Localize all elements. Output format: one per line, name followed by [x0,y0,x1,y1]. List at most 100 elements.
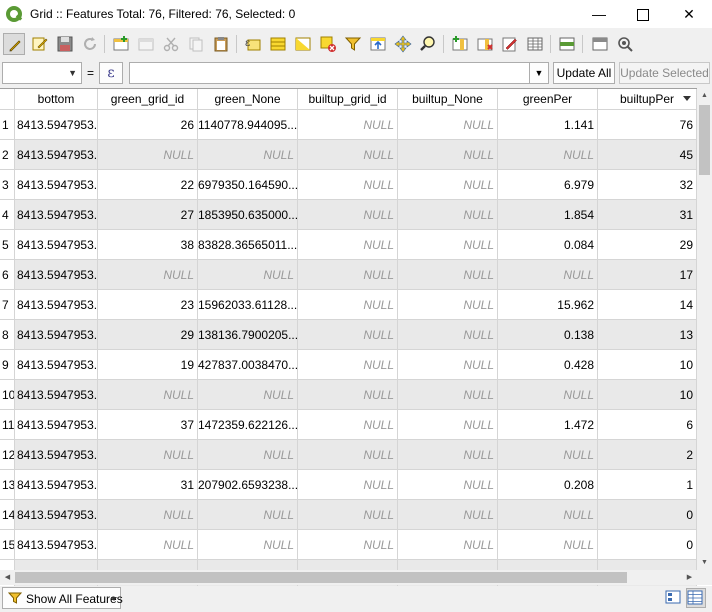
table-cell-greenper[interactable]: NULL [498,140,598,170]
new-field-button[interactable] [449,33,471,55]
table-cell-builtup-none[interactable]: NULL [398,500,498,530]
table-cell-green-none[interactable]: NULL [198,380,298,410]
table-cell-builtup-grid-id[interactable]: NULL [298,410,398,440]
minimize-button[interactable]: — [576,0,622,28]
table-cell-greenper[interactable]: 0.138 [498,320,598,350]
table-cell-green-none[interactable]: NULL [198,260,298,290]
table-cell-greenper[interactable]: 0.428 [498,350,598,380]
table-cell-builtup-grid-id[interactable]: NULL [298,380,398,410]
row-number[interactable]: 14 [0,500,15,530]
table-cell-builtup-none[interactable]: NULL [398,440,498,470]
table-cell-builtup-grid-id[interactable]: NULL [298,230,398,260]
table-cell-builtup-grid-id[interactable]: NULL [298,140,398,170]
table-cell-bottom[interactable]: 8413.5947953... [15,290,98,320]
table-row[interactable]: 14 8413.5947953... NULL NULL NULL NULL NULL 0 [0,500,697,530]
table-cell-builtup-none[interactable]: NULL [398,260,498,290]
table-cell-green-grid-id[interactable]: 37 [98,410,198,440]
toggle-editing-button[interactable] [3,33,25,55]
table-row[interactable]: 15 8413.5947953... NULL NULL NULL NULL NULL 0 [0,530,697,560]
scroll-up-icon[interactable]: ▲ [697,88,712,103]
column-header-greenper[interactable]: greenPer [498,89,598,110]
deselect-all-button[interactable] [317,33,339,55]
move-selection-top-button[interactable] [367,33,389,55]
table-cell-builtup-none[interactable]: NULL [398,380,498,410]
pan-to-selected-button[interactable] [392,33,414,55]
table-cell-green-none[interactable]: 6979350.164590... [198,170,298,200]
row-number[interactable]: 15 [0,530,15,560]
table-cell-builtup-none[interactable]: NULL [398,200,498,230]
table-cell-bottom[interactable]: 8413.5947953... [15,230,98,260]
table-cell-builtup-grid-id[interactable]: NULL [298,500,398,530]
table-cell-green-grid-id[interactable]: 31 [98,470,198,500]
table-row[interactable]: 1 8413.5947953... 26 1140778.944095... NULL N… [0,110,697,140]
table-view-button[interactable] [686,588,706,608]
update-all-button[interactable]: Update All [553,62,615,84]
show-features-dropdown[interactable]: Show All Features [2,587,123,609]
table-cell-greenper[interactable]: 1.472 [498,410,598,440]
column-header-builtup-grid-id[interactable]: builtup_grid_id [298,89,398,110]
table-cell-green-none[interactable]: 15962033.61128... [198,290,298,320]
table-cell-green-none[interactable]: NULL [198,140,298,170]
row-number[interactable]: 3 [0,170,15,200]
close-button[interactable]: ✕ [666,0,712,28]
column-header-green-grid-id[interactable]: green_grid_id [98,89,198,110]
table-row[interactable]: 7 8413.5947953... 23 15962033.61128... NULL N… [0,290,697,320]
filter-selection-button[interactable] [342,33,364,55]
column-header-builtupper[interactable]: builtupPer [598,89,697,110]
table-cell-green-grid-id[interactable]: NULL [98,260,198,290]
table-cell-green-grid-id[interactable]: NULL [98,530,198,560]
table-cell-builtupper[interactable]: 13 [598,320,697,350]
table-cell-bottom[interactable]: 8413.5947953... [15,140,98,170]
table-cell-builtup-none[interactable]: NULL [398,320,498,350]
maximize-button[interactable] [620,0,666,28]
table-row[interactable]: 12 8413.5947953... NULL NULL NULL NULL NULL 2 [0,440,697,470]
row-number[interactable]: 5 [0,230,15,260]
table-cell-builtupper[interactable]: 1 [598,470,697,500]
table-cell-greenper[interactable]: 15.962 [498,290,598,320]
field-calculator-button[interactable] [499,33,521,55]
table-cell-green-grid-id[interactable]: 19 [98,350,198,380]
table-cell-green-none[interactable]: 207902.6593238... [198,470,298,500]
table-cell-builtupper[interactable]: 0 [598,530,697,560]
table-cell-green-grid-id[interactable]: 29 [98,320,198,350]
row-number[interactable]: 4 [0,200,15,230]
table-cell-builtup-grid-id[interactable]: NULL [298,110,398,140]
vertical-scrollbar[interactable]: ▲ ▼ [697,88,712,570]
table-cell-bottom[interactable]: 8413.5947953... [15,410,98,440]
table-cell-builtupper[interactable]: 0 [598,500,697,530]
table-cell-builtup-none[interactable]: NULL [398,410,498,440]
row-number[interactable]: 9 [0,350,15,380]
table-cell-green-grid-id[interactable]: 38 [98,230,198,260]
table-cell-builtupper[interactable]: 6 [598,410,697,440]
scroll-right-icon[interactable]: ▶ [682,570,697,585]
row-number[interactable]: 8 [0,320,15,350]
table-cell-green-grid-id[interactable]: NULL [98,140,198,170]
table-cell-builtup-none[interactable]: NULL [398,140,498,170]
row-number[interactable]: 2 [0,140,15,170]
table-cell-bottom[interactable]: 8413.5947953... [15,380,98,410]
row-number[interactable]: 12 [0,440,15,470]
form-view-button[interactable] [664,588,684,608]
dock-table-button[interactable] [556,33,578,55]
table-cell-builtup-none[interactable]: NULL [398,530,498,560]
row-number[interactable]: 10 [0,380,15,410]
table-cell-builtup-grid-id[interactable]: NULL [298,320,398,350]
scroll-down-icon[interactable]: ▼ [697,555,712,570]
table-row[interactable]: 5 8413.5947953... 38 83828.36565011... NULL N… [0,230,697,260]
select-by-expression-button[interactable]: ε [242,33,264,55]
field-value-input[interactable] [129,62,530,84]
invert-selection-button[interactable] [292,33,314,55]
table-cell-builtupper[interactable]: 14 [598,290,697,320]
table-cell-builtup-none[interactable]: NULL [398,470,498,500]
table-row[interactable]: 11 8413.5947953... 37 1472359.622126... NULL… [0,410,697,440]
organize-columns-button[interactable] [614,33,636,55]
table-cell-builtupper[interactable]: 29 [598,230,697,260]
row-number[interactable]: 7 [0,290,15,320]
expression-button[interactable]: ε [99,62,123,84]
table-row[interactable]: 6 8413.5947953... NULL NULL NULL NULL NULL 17 [0,260,697,290]
multi-edit-button[interactable] [29,33,51,55]
table-cell-bottom[interactable]: 8413.5947953... [15,500,98,530]
delete-feature-button[interactable] [135,33,157,55]
table-cell-green-none[interactable]: 427837.0038470... [198,350,298,380]
table-cell-builtup-grid-id[interactable]: NULL [298,530,398,560]
